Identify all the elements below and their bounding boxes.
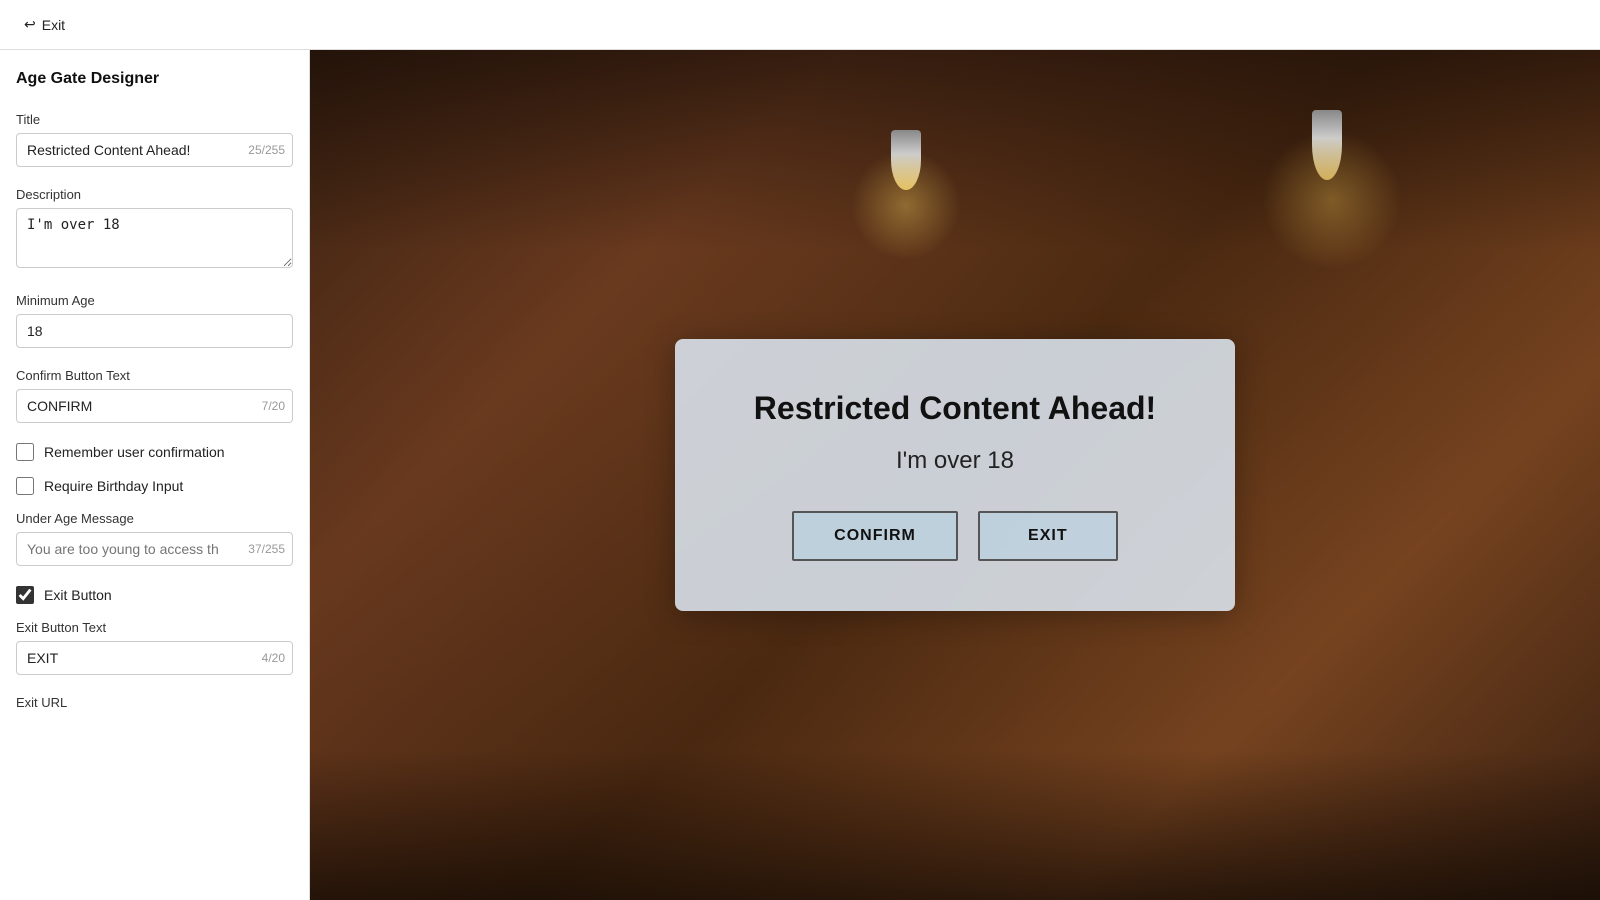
under-age-field-group: Under Age Message 37/255 [16, 511, 293, 566]
exit-button-label: Exit [42, 17, 65, 33]
preview-area: Restricted Content Ahead! I'm over 18 CO… [310, 50, 1600, 900]
exit-button-label[interactable]: Exit Button [44, 587, 112, 603]
confirm-btn-field-group: Confirm Button Text 7/20 [16, 368, 293, 423]
main-layout: Age Gate Designer Title 25/255 Descripti… [0, 50, 1600, 900]
modal-description: I'm over 18 [735, 447, 1175, 475]
description-input[interactable] [16, 208, 293, 268]
confirm-btn-input[interactable] [16, 389, 293, 423]
birthday-checkbox-row: Require Birthday Input [16, 477, 293, 495]
under-age-label: Under Age Message [16, 511, 293, 526]
min-age-input[interactable] [16, 314, 293, 348]
exit-url-field-group: Exit URL [16, 695, 293, 710]
min-age-label: Minimum Age [16, 293, 293, 308]
exit-btn-text-label: Exit Button Text [16, 620, 293, 635]
min-age-field-group: Minimum Age [16, 293, 293, 348]
sidebar: Age Gate Designer Title 25/255 Descripti… [0, 50, 310, 900]
exit-arrow-icon: ↩ [24, 16, 36, 33]
modal-confirm-button[interactable]: CONFIRM [792, 511, 958, 561]
exit-button[interactable]: ↩ Exit [16, 12, 73, 37]
modal-buttons: CONFIRM EXIT [735, 511, 1175, 561]
confirm-btn-field-label: Confirm Button Text [16, 368, 293, 383]
exit-button-checkbox[interactable] [16, 586, 34, 604]
remember-checkbox[interactable] [16, 443, 34, 461]
title-input-wrap: 25/255 [16, 133, 293, 167]
preview-background: Restricted Content Ahead! I'm over 18 CO… [310, 50, 1600, 900]
modal-exit-button[interactable]: EXIT [978, 511, 1118, 561]
under-age-input[interactable] [16, 532, 293, 566]
birthday-label[interactable]: Require Birthday Input [44, 478, 183, 494]
modal-title: Restricted Content Ahead! [735, 389, 1175, 427]
birthday-checkbox[interactable] [16, 477, 34, 495]
exit-button-checkbox-row: Exit Button [16, 586, 293, 604]
exit-btn-text-input[interactable] [16, 641, 293, 675]
description-field-label: Description [16, 187, 293, 202]
under-age-input-wrap: 37/255 [16, 532, 293, 566]
remember-checkbox-row: Remember user confirmation [16, 443, 293, 461]
description-field-group: Description [16, 187, 293, 273]
confirm-btn-input-wrap: 7/20 [16, 389, 293, 423]
exit-url-label: Exit URL [16, 695, 293, 710]
exit-btn-text-input-wrap: 4/20 [16, 641, 293, 675]
modal-box: Restricted Content Ahead! I'm over 18 CO… [675, 339, 1235, 611]
exit-btn-text-field-group: Exit Button Text 4/20 [16, 620, 293, 675]
top-bar: ↩ Exit [0, 0, 1600, 50]
modal-overlay: Restricted Content Ahead! I'm over 18 CO… [310, 50, 1600, 900]
title-field-group: Title 25/255 [16, 112, 293, 167]
remember-label[interactable]: Remember user confirmation [44, 444, 225, 460]
title-input[interactable] [16, 133, 293, 167]
title-field-label: Title [16, 112, 293, 127]
sidebar-title: Age Gate Designer [16, 70, 293, 88]
